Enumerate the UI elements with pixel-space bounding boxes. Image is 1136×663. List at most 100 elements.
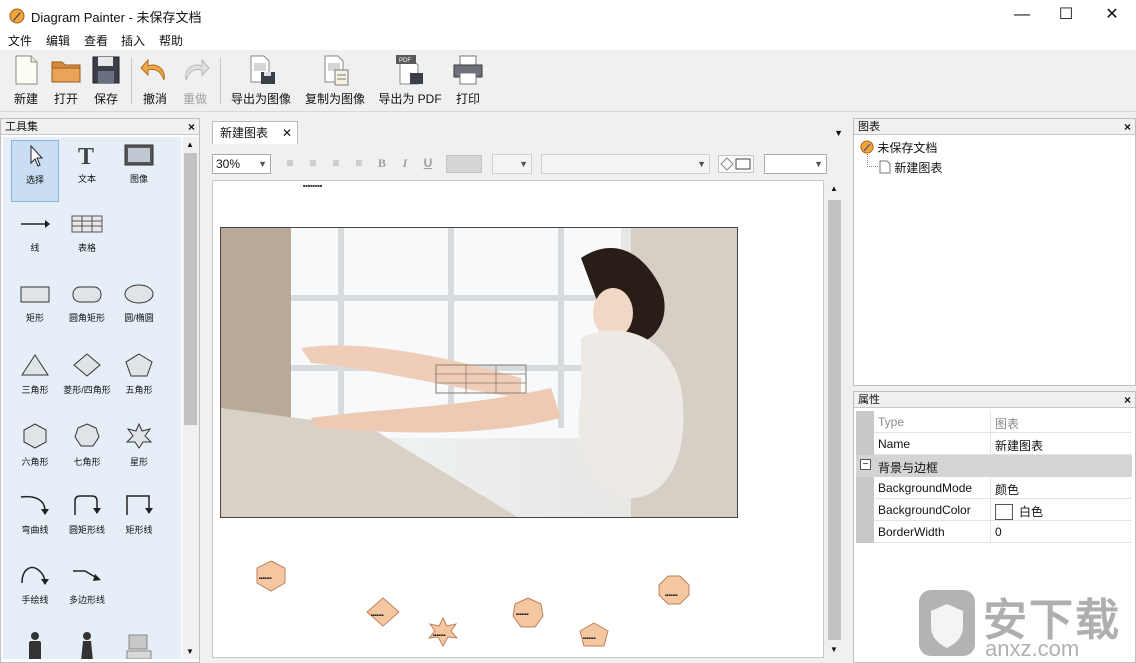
hexagon-icon bbox=[23, 423, 47, 449]
tab-list-dropdown-icon[interactable]: ▼ bbox=[834, 128, 843, 138]
close-button[interactable]: ✕ bbox=[1089, 0, 1135, 30]
tool-pentagon[interactable]: 五角形 bbox=[115, 349, 163, 411]
heptagon-icon bbox=[74, 423, 100, 447]
tool-line[interactable]: 线 bbox=[11, 209, 59, 271]
tool-text[interactable]: T 文本 bbox=[63, 140, 111, 202]
menu-help[interactable]: 帮助 bbox=[159, 32, 183, 49]
prop-row-border-width[interactable]: BorderWidth 0 bbox=[856, 521, 1132, 543]
line-arrow-icon bbox=[21, 220, 50, 228]
shape-diamond[interactable] bbox=[366, 597, 400, 627]
copy-image-button[interactable]: 复制为图像 bbox=[303, 54, 367, 110]
export-pdf-button[interactable]: PDF 导出为 PDF bbox=[377, 54, 443, 110]
maximize-button[interactable]: ☐ bbox=[1043, 0, 1089, 30]
zoom-select[interactable]: 30% ▼ bbox=[212, 154, 271, 174]
app-logo-icon bbox=[9, 8, 25, 24]
redo-button[interactable]: 重做 bbox=[178, 54, 212, 110]
prop-row-type: Type 图表 bbox=[856, 411, 1132, 433]
diagram-panel-close-button[interactable]: × bbox=[1124, 119, 1131, 135]
toolbox-scrollbar[interactable]: ▲ ▼ bbox=[182, 137, 199, 659]
minimize-button[interactable]: — bbox=[999, 0, 1045, 30]
open-button[interactable]: 打开 bbox=[48, 54, 84, 110]
italic-icon[interactable]: I bbox=[397, 156, 413, 172]
tool-star[interactable]: 星形 bbox=[115, 419, 163, 481]
tab-close-icon[interactable]: ✕ bbox=[282, 122, 292, 144]
pointer-arrow-icon bbox=[30, 145, 44, 167]
prop-row-background-mode[interactable]: BackgroundMode 颜色 bbox=[856, 477, 1132, 499]
undo-button[interactable]: 撤消 bbox=[138, 54, 172, 110]
toolbox-scroll-thumb[interactable] bbox=[184, 153, 197, 425]
shape-pentagon[interactable] bbox=[579, 622, 609, 647]
tool-diamond[interactable]: 菱形/四角形 bbox=[63, 349, 111, 411]
font-size-select[interactable]: ▼ bbox=[492, 154, 532, 174]
font-color-swatch[interactable] bbox=[446, 155, 482, 173]
prop-row-name[interactable]: Name 新建图表 bbox=[856, 433, 1132, 455]
align-right-icon[interactable]: ≡ bbox=[328, 156, 344, 172]
tool-rounded-rectangle[interactable]: 圆角矩形 bbox=[63, 279, 111, 341]
redo-arrow-icon bbox=[185, 58, 210, 81]
tool-curve-line[interactable]: 弯曲线 bbox=[11, 489, 59, 551]
canvas-photo[interactable] bbox=[220, 227, 738, 518]
tree-child-item[interactable]: 新建图表 bbox=[879, 159, 942, 176]
tool-image[interactable]: 图像 bbox=[115, 140, 163, 202]
tool-polyline[interactable]: 多边形线 bbox=[63, 559, 111, 621]
tool-hexagon[interactable]: 六角形 bbox=[11, 419, 59, 481]
tool-freehand-line[interactable]: 手绘线 bbox=[11, 559, 59, 621]
color-swatch[interactable] bbox=[995, 504, 1013, 520]
prop-group-background[interactable]: − 背景与边框 bbox=[856, 455, 1132, 477]
undo-arrow-icon bbox=[140, 58, 165, 81]
menu-view[interactable]: 查看 bbox=[84, 32, 108, 49]
scroll-up-icon[interactable]: ▲ bbox=[186, 140, 194, 149]
shape-octagon[interactable] bbox=[658, 575, 690, 605]
diamond-icon bbox=[73, 353, 101, 377]
title-bar: Diagram Painter - 未保存文档 — ☐ ✕ bbox=[0, 0, 1136, 30]
tool-grid: 选择 T 文本 图像 线 表格 矩形 圆角矩形 圆/椭圆 三角形 菱形/四角形 … bbox=[3, 137, 181, 659]
underline-icon[interactable]: U bbox=[420, 156, 436, 172]
prop-row-background-color[interactable]: BackgroundColor 白色 bbox=[856, 499, 1132, 521]
tool-heptagon[interactable]: 七角形 bbox=[63, 419, 111, 481]
tool-person-female[interactable] bbox=[63, 627, 111, 659]
canvas-scrollbar[interactable]: ▲ ▼ bbox=[826, 180, 843, 658]
tool-rectangle[interactable]: 矩形 bbox=[11, 279, 59, 341]
menu-edit[interactable]: 编辑 bbox=[46, 32, 70, 49]
tree-connector bbox=[867, 166, 878, 167]
export-image-icon bbox=[250, 55, 275, 84]
align-center-icon[interactable]: ≡ bbox=[305, 156, 321, 172]
polyline-icon bbox=[73, 570, 101, 581]
diagram-canvas[interactable]: ■■■■■■■■ ■■■■■■■ ■■■■■■■ ■■■■■■■ ■■■■■■■… bbox=[212, 180, 824, 658]
canvas-scroll-thumb[interactable] bbox=[828, 200, 841, 640]
tool-table[interactable]: 表格 bbox=[63, 209, 111, 271]
pentagon-icon bbox=[125, 353, 153, 377]
tool-rect-line[interactable]: 矩形线 bbox=[115, 489, 163, 551]
tool-computer[interactable] bbox=[115, 627, 163, 659]
align-left-icon[interactable]: ≡ bbox=[282, 156, 298, 172]
export-image-button[interactable]: 导出为图像 bbox=[229, 54, 293, 110]
toolbox-close-button[interactable]: × bbox=[188, 119, 195, 135]
app-logo-icon bbox=[860, 140, 874, 154]
scroll-down-icon[interactable]: ▼ bbox=[186, 647, 194, 656]
menu-file[interactable]: 文件 bbox=[8, 32, 32, 49]
editor-area: 新建图表 ✕ ▼ 30% ▼ ≡ ≡ ≡ ≡ B I U ▼ ▼ ▼ ■■■■■■… bbox=[205, 118, 847, 663]
align-justify-icon[interactable]: ≡ bbox=[351, 156, 367, 172]
tool-round-rect-line[interactable]: 圆矩形线 bbox=[63, 489, 111, 551]
collapse-icon[interactable]: − bbox=[860, 459, 871, 470]
tool-person-male[interactable] bbox=[11, 627, 59, 659]
tool-select[interactable]: 选择 bbox=[11, 140, 59, 202]
tab-new-diagram[interactable]: 新建图表 ✕ bbox=[212, 121, 298, 144]
font-family-select[interactable]: ▼ bbox=[541, 154, 710, 174]
tool-ellipse[interactable]: 圆/椭圆 bbox=[115, 279, 163, 341]
fill-style-button[interactable] bbox=[718, 155, 754, 173]
line-style-select[interactable]: ▼ bbox=[764, 154, 827, 174]
properties-close-button[interactable]: × bbox=[1124, 392, 1131, 408]
scroll-down-icon[interactable]: ▼ bbox=[830, 645, 838, 654]
shape-star[interactable] bbox=[427, 616, 459, 648]
table-tool-icon bbox=[71, 215, 103, 233]
bold-icon[interactable]: B bbox=[374, 156, 390, 172]
scroll-up-icon[interactable]: ▲ bbox=[830, 184, 838, 193]
canvas-shapes bbox=[256, 560, 690, 648]
save-button[interactable]: 保存 bbox=[88, 54, 124, 110]
tree-root-item[interactable]: 未保存文档 bbox=[860, 139, 937, 156]
print-button[interactable]: 打印 bbox=[452, 54, 484, 110]
new-button[interactable]: 新建 bbox=[8, 54, 44, 110]
tool-triangle[interactable]: 三角形 bbox=[11, 349, 59, 411]
menu-insert[interactable]: 插入 bbox=[121, 32, 145, 49]
